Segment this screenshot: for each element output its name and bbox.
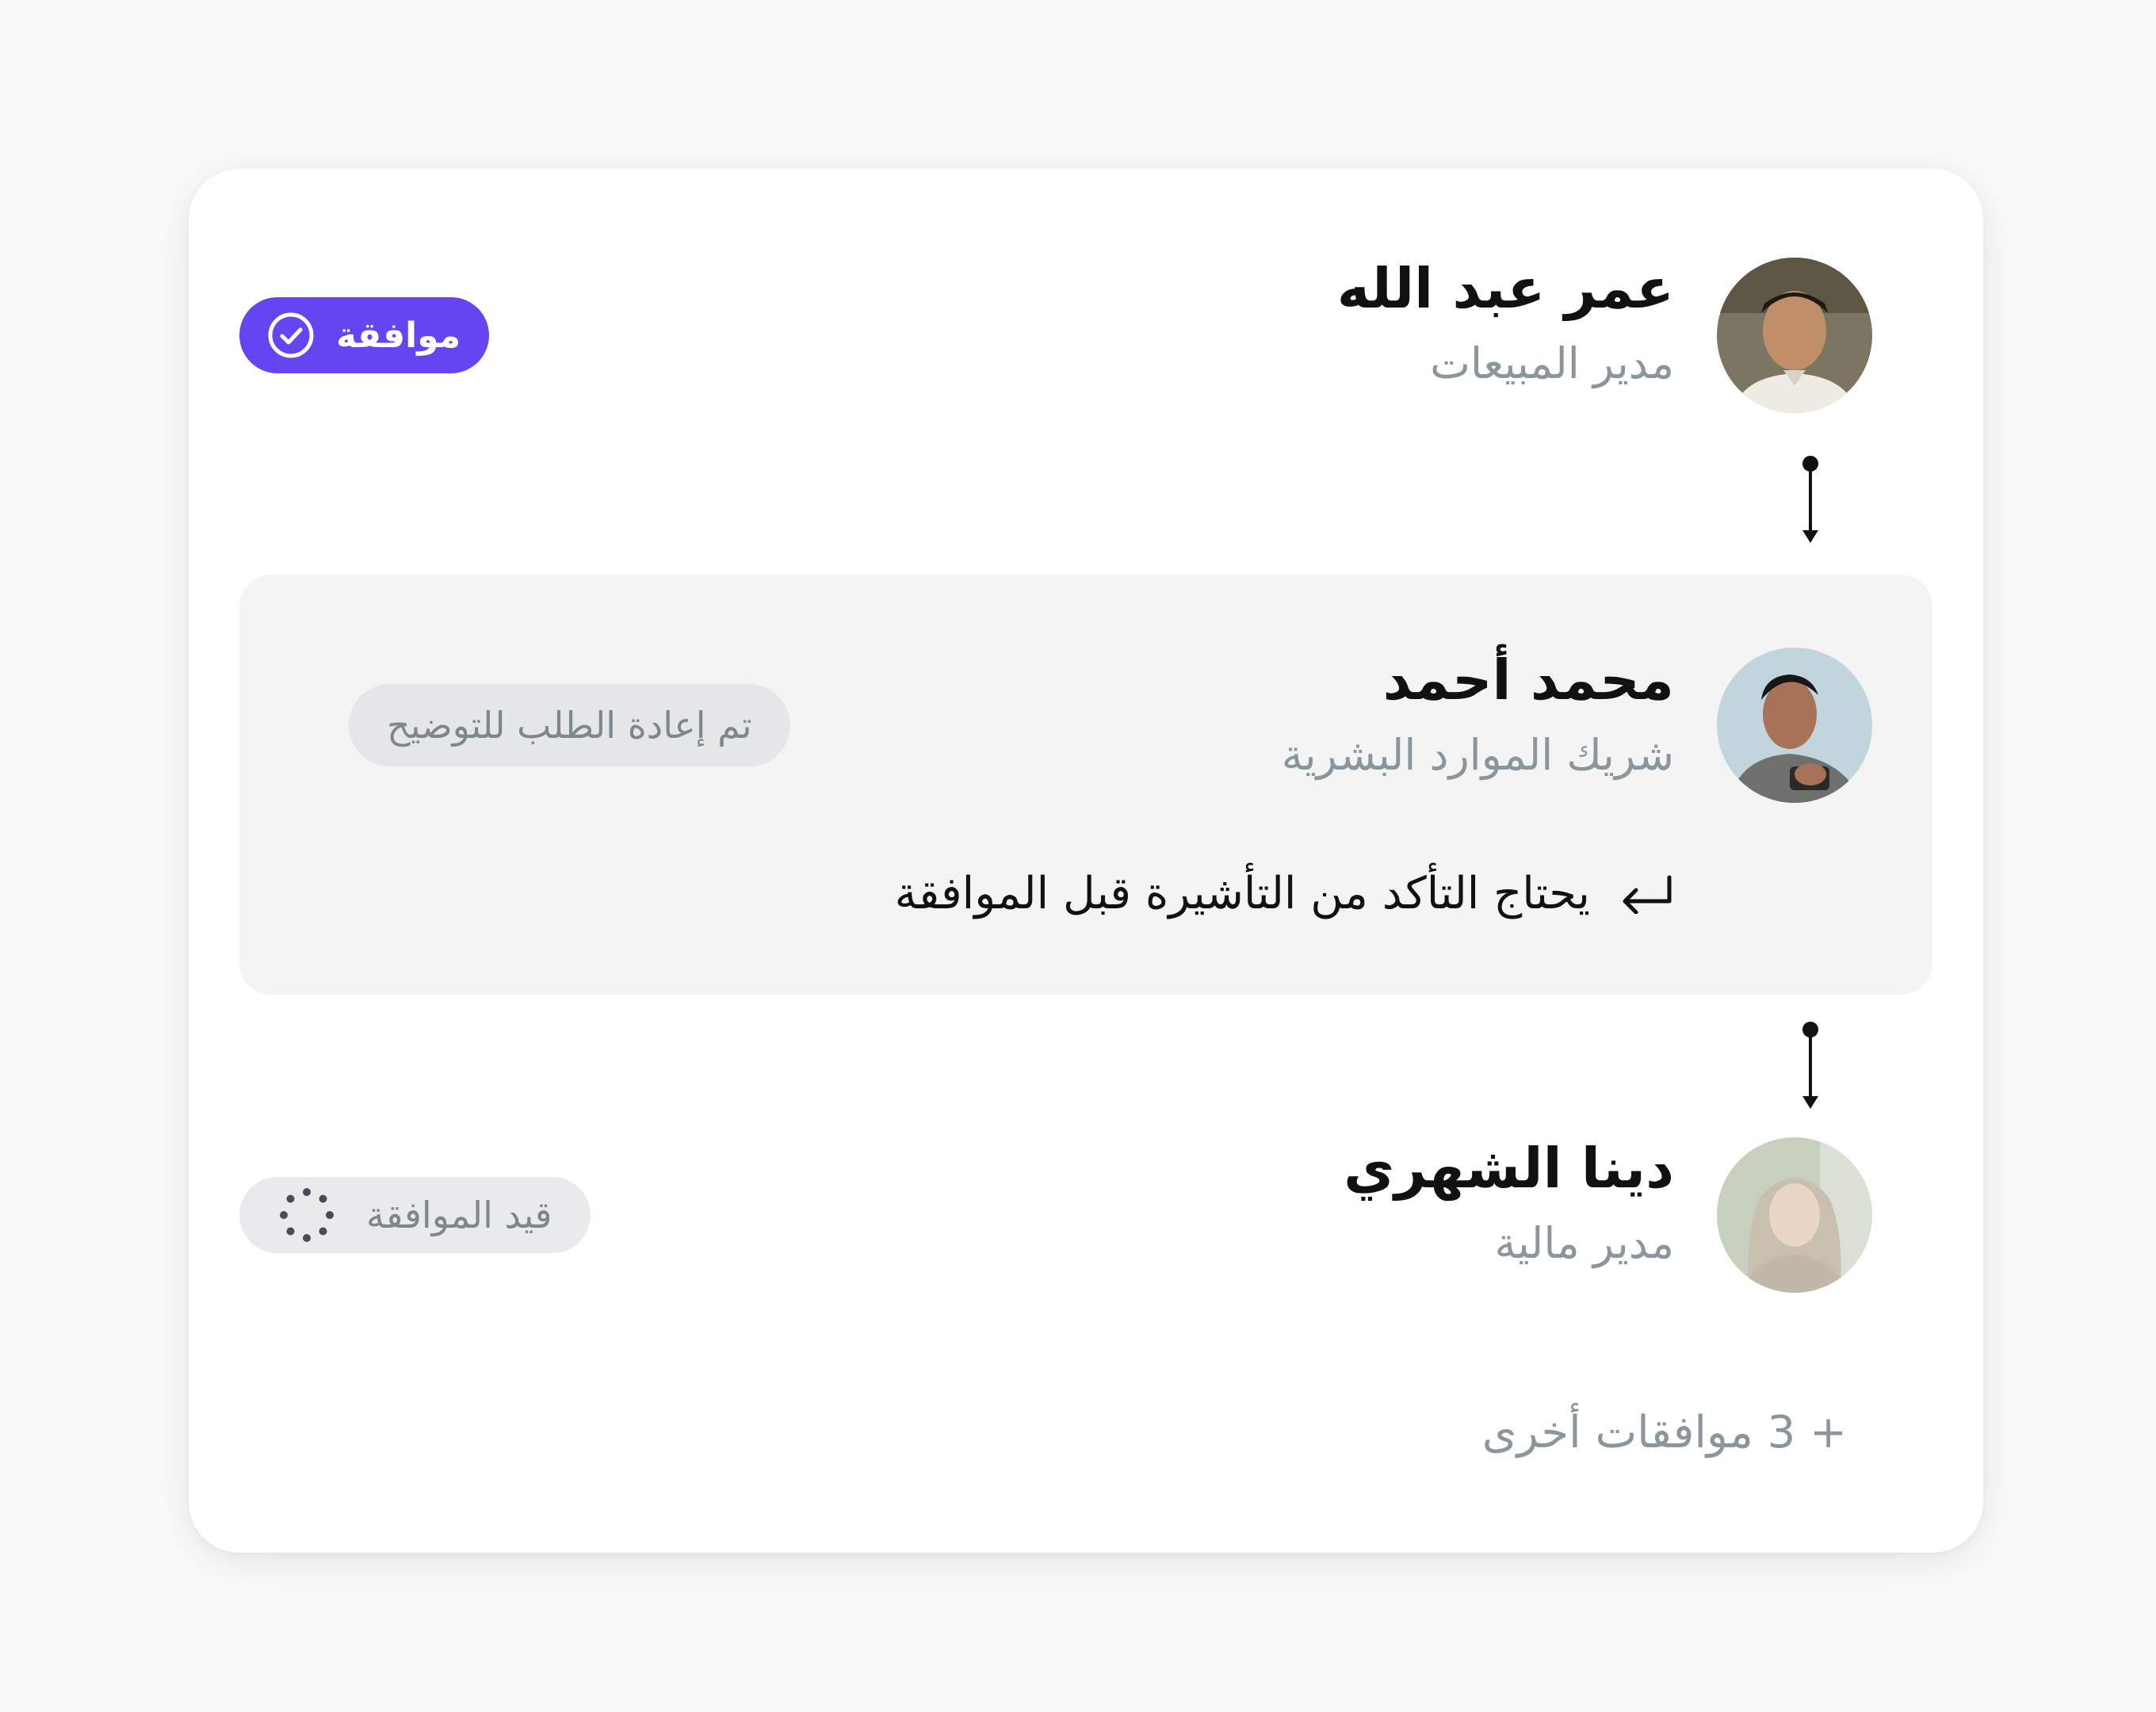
return-arrow-icon bbox=[1619, 874, 1674, 914]
approval-step-3: دينا الشهري مدير مالية قيد الموافقة bbox=[239, 1136, 1932, 1294]
approver-role: مدير المبيعات bbox=[1430, 338, 1674, 388]
avatar bbox=[1717, 648, 1872, 803]
check-circle-icon bbox=[266, 311, 315, 360]
approval-chain-card: عمر عبد الله مدير المبيعات موافقة محمد أ… bbox=[189, 169, 1983, 1553]
approver-role: مدير مالية bbox=[1494, 1218, 1674, 1268]
status-label: موافقة bbox=[336, 315, 461, 356]
loading-spinner-icon bbox=[279, 1187, 334, 1243]
status-badge-pending: قيد الموافقة bbox=[239, 1177, 591, 1253]
status-label: قيد الموافقة bbox=[366, 1194, 552, 1236]
status-label: تم إعادة الطلب للتوضيح bbox=[387, 704, 752, 747]
approver-name: عمر عبد الله bbox=[1336, 256, 1674, 321]
avatar bbox=[1717, 258, 1872, 413]
note-text: يحتاج التأكد من التأشيرة قبل الموافقة bbox=[894, 868, 1590, 919]
approver-name: محمد أحمد bbox=[1382, 648, 1674, 713]
approver-name: دينا الشهري bbox=[1344, 1136, 1674, 1201]
clarification-note: يحتاج التأكد من التأشيرة قبل الموافقة bbox=[895, 868, 1674, 919]
approval-step-2: محمد أحمد شريك الموارد البشرية تم إعادة … bbox=[239, 575, 1932, 995]
connector-arrow-icon bbox=[1802, 1022, 1818, 1109]
avatar bbox=[1717, 1137, 1872, 1293]
status-badge-returned: تم إعادة الطلب للتوضيح bbox=[349, 684, 790, 766]
approval-step-1: عمر عبد الله مدير المبيعات موافقة bbox=[239, 256, 1932, 415]
status-badge-approved: موافقة bbox=[239, 297, 490, 373]
connector-arrow-icon bbox=[1802, 456, 1818, 543]
approver-role: شريك الموارد البشرية bbox=[1281, 730, 1674, 780]
more-approvals-link[interactable]: + 3 موافقات أخرى bbox=[1482, 1407, 1847, 1458]
